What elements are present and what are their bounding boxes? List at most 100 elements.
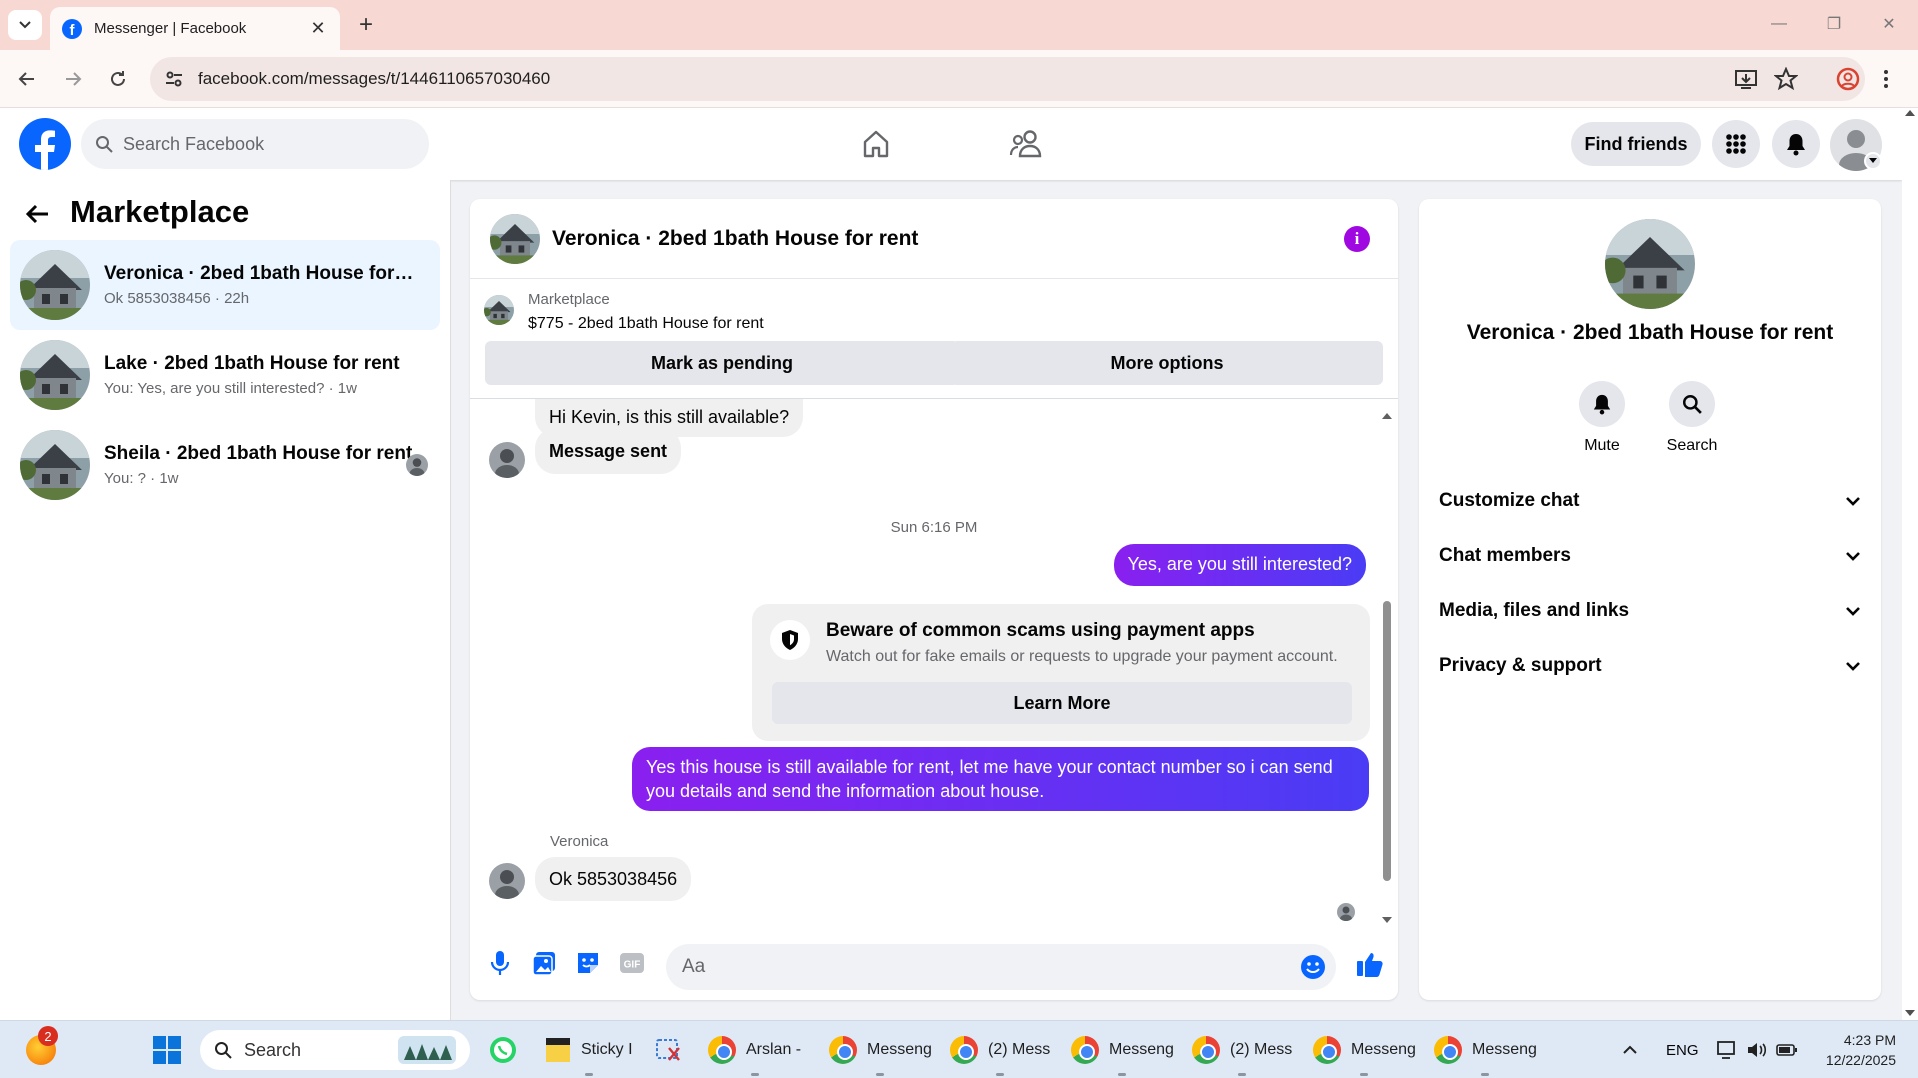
- conversation-name: Sheila · 2bed 1bath House for rent: [104, 443, 413, 464]
- listing-summary[interactable]: Marketplace $775 - 2bed 1bath House for …: [484, 291, 764, 333]
- chat-members-row[interactable]: Chat members: [1439, 534, 1861, 578]
- new-tab-button[interactable]: +: [352, 10, 380, 40]
- conversation-item-sheila[interactable]: Sheila · 2bed 1bath House for rent You: …: [10, 420, 440, 510]
- chrome-window-arslan[interactable]: Arslan -: [708, 1021, 801, 1078]
- house-avatar[interactable]: [490, 214, 540, 264]
- whatsapp-taskbar-icon[interactable]: [488, 1021, 518, 1078]
- conversation-item-lake[interactable]: Lake · 2bed 1bath House for rent You: Ye…: [10, 330, 440, 420]
- sticker-icon[interactable]: [572, 947, 604, 979]
- battery-icon[interactable]: [1776, 1021, 1798, 1078]
- microphone-icon[interactable]: [484, 947, 516, 979]
- search-icon: [215, 1042, 232, 1059]
- back-to-marketplace-button[interactable]: [24, 200, 56, 232]
- chrome-icon: [950, 1036, 978, 1064]
- chevron-down-icon: [19, 21, 31, 29]
- chat-title[interactable]: Veronica · 2bed 1bath House for rent: [552, 227, 918, 251]
- search-icon: [1669, 381, 1715, 427]
- network-icon[interactable]: [1716, 1021, 1738, 1078]
- page-scrollbar[interactable]: [1902, 108, 1918, 1020]
- snipping-tool-taskbar-icon[interactable]: [655, 1021, 683, 1078]
- learn-more-button[interactable]: Learn More: [772, 682, 1352, 724]
- photo-icon[interactable]: [528, 947, 560, 979]
- row-label: Media, files and links: [1439, 600, 1630, 621]
- close-tab-icon[interactable]: ✕: [308, 18, 328, 39]
- house-avatar[interactable]: [1605, 219, 1695, 309]
- chrome-icon: [1192, 1036, 1220, 1064]
- mute-button[interactable]: Mute: [1562, 381, 1642, 455]
- customize-chat-row[interactable]: Customize chat: [1439, 479, 1861, 523]
- tab-search-button[interactable]: [8, 10, 42, 40]
- conversation-item-veronica[interactable]: Veronica · 2bed 1bath House for re... Ok…: [10, 240, 440, 330]
- like-thumb-icon[interactable]: [1355, 949, 1385, 979]
- taskbar-search[interactable]: Search: [200, 1030, 470, 1070]
- url-text: facebook.com/messages/t/1446110657030460: [198, 69, 551, 88]
- minimize-window-button[interactable]: —: [1756, 8, 1802, 40]
- back-button[interactable]: [10, 62, 44, 96]
- timestamp: Sun 6:16 PM: [890, 519, 978, 536]
- gif-icon[interactable]: GIF: [616, 947, 648, 979]
- search-in-conversation-button[interactable]: Search: [1652, 381, 1732, 455]
- chrome-icon: [829, 1036, 857, 1064]
- notification-badge: 2: [38, 1026, 58, 1046]
- chrome-window-messenger-1[interactable]: Messeng: [829, 1021, 932, 1078]
- more-options-button[interactable]: More options: [951, 341, 1383, 385]
- input-language[interactable]: ENG: [1666, 1021, 1699, 1078]
- conversation-info-icon[interactable]: i: [1344, 226, 1370, 252]
- emoji-icon[interactable]: [1300, 954, 1326, 980]
- browser-tab-messenger[interactable]: f Messenger | Facebook ✕: [50, 7, 340, 50]
- account-dropdown-icon[interactable]: [1864, 152, 1882, 170]
- bookmark-star-icon[interactable]: [1774, 67, 1798, 91]
- address-bar[interactable]: facebook.com/messages/t/1446110657030460: [150, 57, 1865, 101]
- marketplace-label: Marketplace: [528, 291, 610, 308]
- chrome-window-messages-2[interactable]: (2) Mess: [1192, 1021, 1292, 1078]
- show-hidden-icons-button[interactable]: [1622, 1021, 1638, 1078]
- svg-text:GIF: GIF: [624, 960, 641, 971]
- row-label: Chat members: [1439, 545, 1571, 566]
- start-button[interactable]: [152, 1021, 182, 1078]
- reload-button[interactable]: [101, 62, 135, 96]
- restore-window-button[interactable]: ❐: [1811, 8, 1857, 40]
- browser-menu-icon[interactable]: [1880, 67, 1892, 91]
- chrome-window-messenger-3[interactable]: Messeng: [1313, 1021, 1416, 1078]
- menu-grid-button[interactable]: [1712, 120, 1760, 168]
- find-friends-button[interactable]: Find friends: [1571, 122, 1701, 166]
- facebook-search[interactable]: [81, 119, 429, 169]
- outgoing-message: Yes, are you still interested?: [1113, 544, 1366, 586]
- search-icon: [96, 136, 113, 153]
- forward-button[interactable]: [56, 62, 90, 96]
- chrome-window-messages-1[interactable]: (2) Mess: [950, 1021, 1050, 1078]
- home-nav-button[interactable]: [852, 124, 900, 164]
- taskbar-search-label: Search: [244, 1039, 302, 1060]
- windows-taskbar: 2 Search Sticky I Arslan - Messeng (2) M…: [0, 1020, 1918, 1078]
- facebook-search-input[interactable]: [123, 133, 403, 155]
- chrome-icon: [1434, 1036, 1462, 1064]
- notifications-button[interactable]: [1772, 120, 1820, 168]
- back-arrow-icon: [18, 72, 34, 86]
- chrome-window-messenger-4[interactable]: Messeng: [1434, 1021, 1537, 1078]
- windows-icon: [153, 1036, 181, 1064]
- install-app-icon[interactable]: [1734, 67, 1758, 91]
- notification-app-icon[interactable]: 2: [26, 1021, 58, 1078]
- mark-as-pending-button[interactable]: Mark as pending: [485, 341, 959, 385]
- friends-nav-button[interactable]: [1002, 124, 1050, 164]
- privacy-support-row[interactable]: Privacy & support: [1439, 644, 1861, 688]
- site-settings-icon[interactable]: [164, 69, 184, 89]
- facebook-logo[interactable]: [19, 118, 71, 170]
- taskbar-app-label: (2) Mess: [1230, 1041, 1293, 1058]
- incoming-message: Ok 5853038456: [535, 857, 692, 901]
- profile-icon[interactable]: [1836, 67, 1860, 91]
- scam-warning-card: Beware of common scams using payment app…: [752, 604, 1370, 741]
- chrome-window-messenger-2[interactable]: Messeng: [1071, 1021, 1174, 1078]
- system-clock[interactable]: 4:23 PM 12/22/2025: [1826, 1030, 1896, 1070]
- close-window-button[interactable]: ✕: [1866, 8, 1912, 40]
- message-input-box[interactable]: [666, 944, 1336, 990]
- volume-icon[interactable]: [1746, 1021, 1768, 1078]
- clock-time: 4:23 PM: [1843, 1032, 1896, 1048]
- clock-date: 12/22/2025: [1825, 1052, 1896, 1068]
- media-files-links-row[interactable]: Media, files and links: [1439, 589, 1861, 633]
- thread-scrollbar[interactable]: [1380, 409, 1394, 929]
- message-input[interactable]: [682, 956, 1242, 978]
- sticky-notes-taskbar-app[interactable]: Sticky I: [545, 1021, 633, 1078]
- search-label: Search: [1666, 437, 1718, 454]
- row-label: Privacy & support: [1439, 655, 1602, 676]
